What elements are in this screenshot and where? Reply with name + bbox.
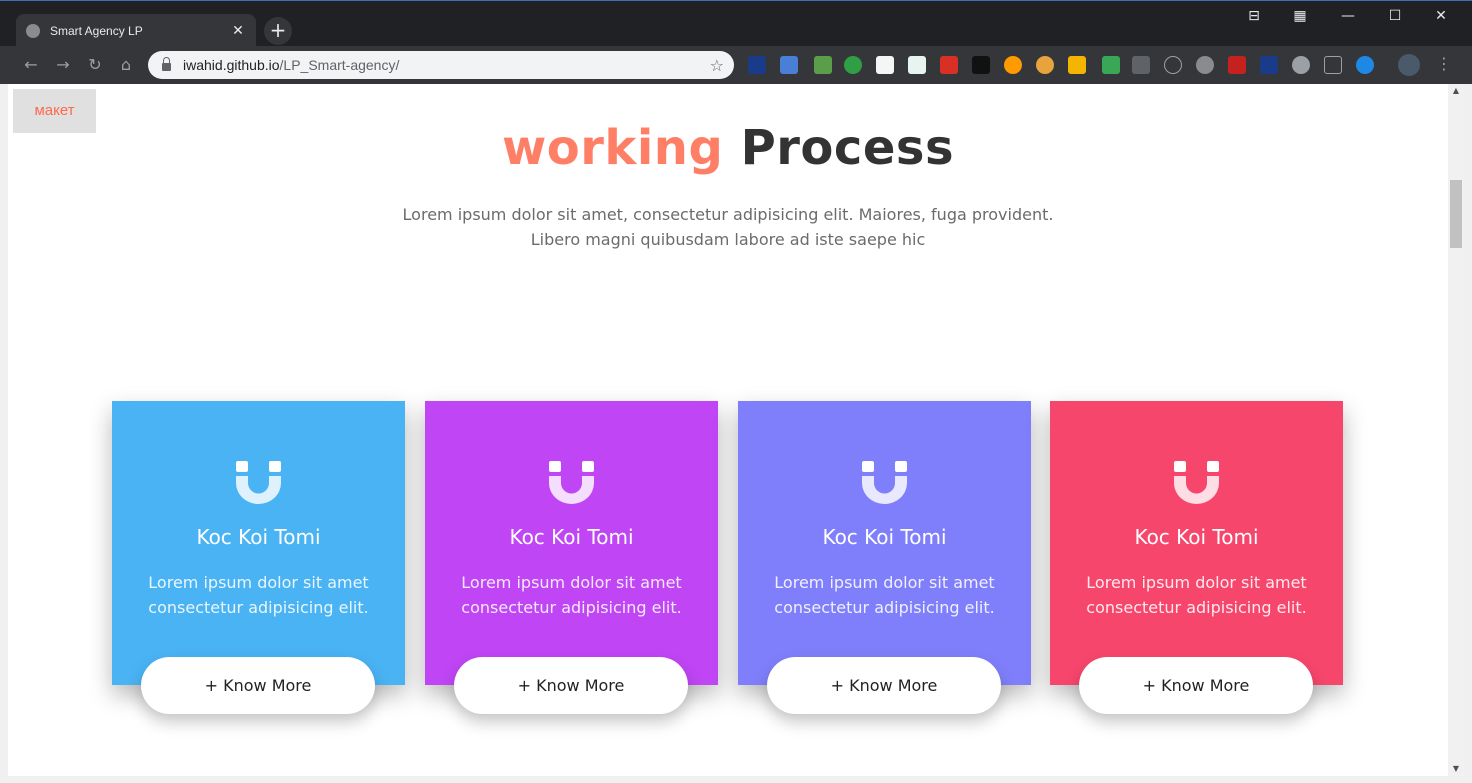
globe-icon: [26, 24, 40, 38]
card-text: Lorem ipsum dolor sit amet consectetur a…: [1086, 573, 1307, 617]
card-title: Koc Koi Tomi: [196, 525, 321, 549]
extension-icon[interactable]: [844, 56, 862, 74]
extension-icon[interactable]: [1036, 56, 1054, 74]
extension-icon[interactable]: [1292, 56, 1310, 74]
magnet-icon: [862, 461, 907, 504]
magnet-icon: [549, 461, 594, 504]
card-text: Lorem ipsum dolor sit amet consectetur a…: [774, 573, 995, 617]
scrollbar-thumb[interactable]: [1450, 180, 1462, 248]
browser-titlebar: Smart Agency LP ✕ + ⊟ ▦ — ☐ ✕: [0, 0, 1472, 48]
extension-icon[interactable]: [814, 56, 832, 74]
tab-close-icon[interactable]: ✕: [230, 23, 246, 39]
bookmark-star-icon[interactable]: ☆: [710, 56, 724, 75]
title-accent: working: [501, 120, 724, 176]
scroll-down-icon[interactable]: ▼: [1448, 762, 1464, 776]
process-card: Koc Koi Tomi Lorem ipsum dolor sit amet …: [112, 401, 405, 714]
extension-icon[interactable]: [908, 56, 926, 74]
browser-toolbar: ← → ↻ ⌂ iwahid.github.io/LP_Smart-agency…: [0, 46, 1472, 84]
maximize-button[interactable]: ☐: [1375, 5, 1415, 27]
section-description: Lorem ipsum dolor sit amet, consectetur …: [402, 205, 1054, 249]
know-more-button[interactable]: + Know More: [767, 657, 1001, 714]
minimize-button[interactable]: —: [1328, 5, 1368, 27]
tab-title: Smart Agency LP: [50, 24, 143, 38]
browser-tab[interactable]: Smart Agency LP ✕: [16, 14, 256, 48]
extension-icon[interactable]: [1164, 56, 1182, 74]
extension-icon[interactable]: [940, 56, 958, 74]
card-title: Koc Koi Tomi: [822, 525, 947, 549]
page-viewport: макет working Process Lorem ipsum dolor …: [8, 84, 1448, 776]
extension-icon[interactable]: [1102, 56, 1120, 74]
extension-icon[interactable]: [1132, 56, 1150, 74]
process-card: Koc Koi Tomi Lorem ipsum dolor sit amet …: [425, 401, 718, 714]
extension-icon[interactable]: [1260, 56, 1278, 74]
card-title: Koc Koi Tomi: [509, 525, 634, 549]
reload-icon[interactable]: ↻: [84, 54, 106, 76]
know-more-button[interactable]: + Know More: [141, 657, 375, 714]
close-window-button[interactable]: ✕: [1421, 5, 1461, 27]
magnet-icon: [236, 461, 281, 504]
extension-icon[interactable]: [1196, 56, 1214, 74]
scroll-up-icon[interactable]: ▲: [1448, 84, 1464, 98]
extension-icon[interactable]: [748, 56, 766, 74]
extension-icon[interactable]: [780, 56, 798, 74]
extension-window-icon[interactable]: ▦: [1280, 5, 1320, 27]
extension-icon[interactable]: [876, 56, 894, 74]
extension-icon[interactable]: [1004, 56, 1022, 74]
menu-icon[interactable]: ⋮: [1436, 54, 1452, 73]
address-bar[interactable]: iwahid.github.io/LP_Smart-agency/ ☆: [148, 51, 734, 79]
know-more-button[interactable]: + Know More: [1079, 657, 1313, 714]
lock-icon: [162, 57, 171, 71]
process-card: Koc Koi Tomi Lorem ipsum dolor sit amet …: [738, 401, 1031, 714]
home-icon[interactable]: ⌂: [115, 54, 137, 76]
new-tab-button[interactable]: +: [264, 17, 292, 45]
extension-icon[interactable]: [1324, 56, 1342, 74]
card-text: Lorem ipsum dolor sit amet consectetur a…: [461, 573, 682, 617]
vertical-scrollbar[interactable]: ▲ ▼: [1448, 84, 1464, 776]
window-border: [1464, 84, 1472, 783]
extension-icon[interactable]: [1068, 56, 1086, 74]
magnet-icon: [1174, 461, 1219, 504]
forward-icon[interactable]: →: [52, 54, 74, 76]
title-rest: Process: [740, 120, 955, 176]
card-title: Koc Koi Tomi: [1134, 525, 1259, 549]
process-card: Koc Koi Tomi Lorem ipsum dolor sit amet …: [1050, 401, 1343, 714]
window-border: [0, 84, 8, 783]
extension-icon[interactable]: [1356, 56, 1374, 74]
extension-icon[interactable]: [972, 56, 990, 74]
window-border: [0, 776, 1472, 783]
extension-icon[interactable]: [1228, 56, 1246, 74]
page-title: working Process: [8, 120, 1448, 176]
pin-icon[interactable]: ⊟: [1234, 5, 1274, 27]
card-text: Lorem ipsum dolor sit amet consectetur a…: [148, 573, 369, 617]
know-more-button[interactable]: + Know More: [454, 657, 688, 714]
profile-avatar[interactable]: [1398, 54, 1420, 76]
url-text[interactable]: iwahid.github.io/LP_Smart-agency/: [183, 57, 710, 73]
back-icon[interactable]: ←: [20, 54, 42, 76]
